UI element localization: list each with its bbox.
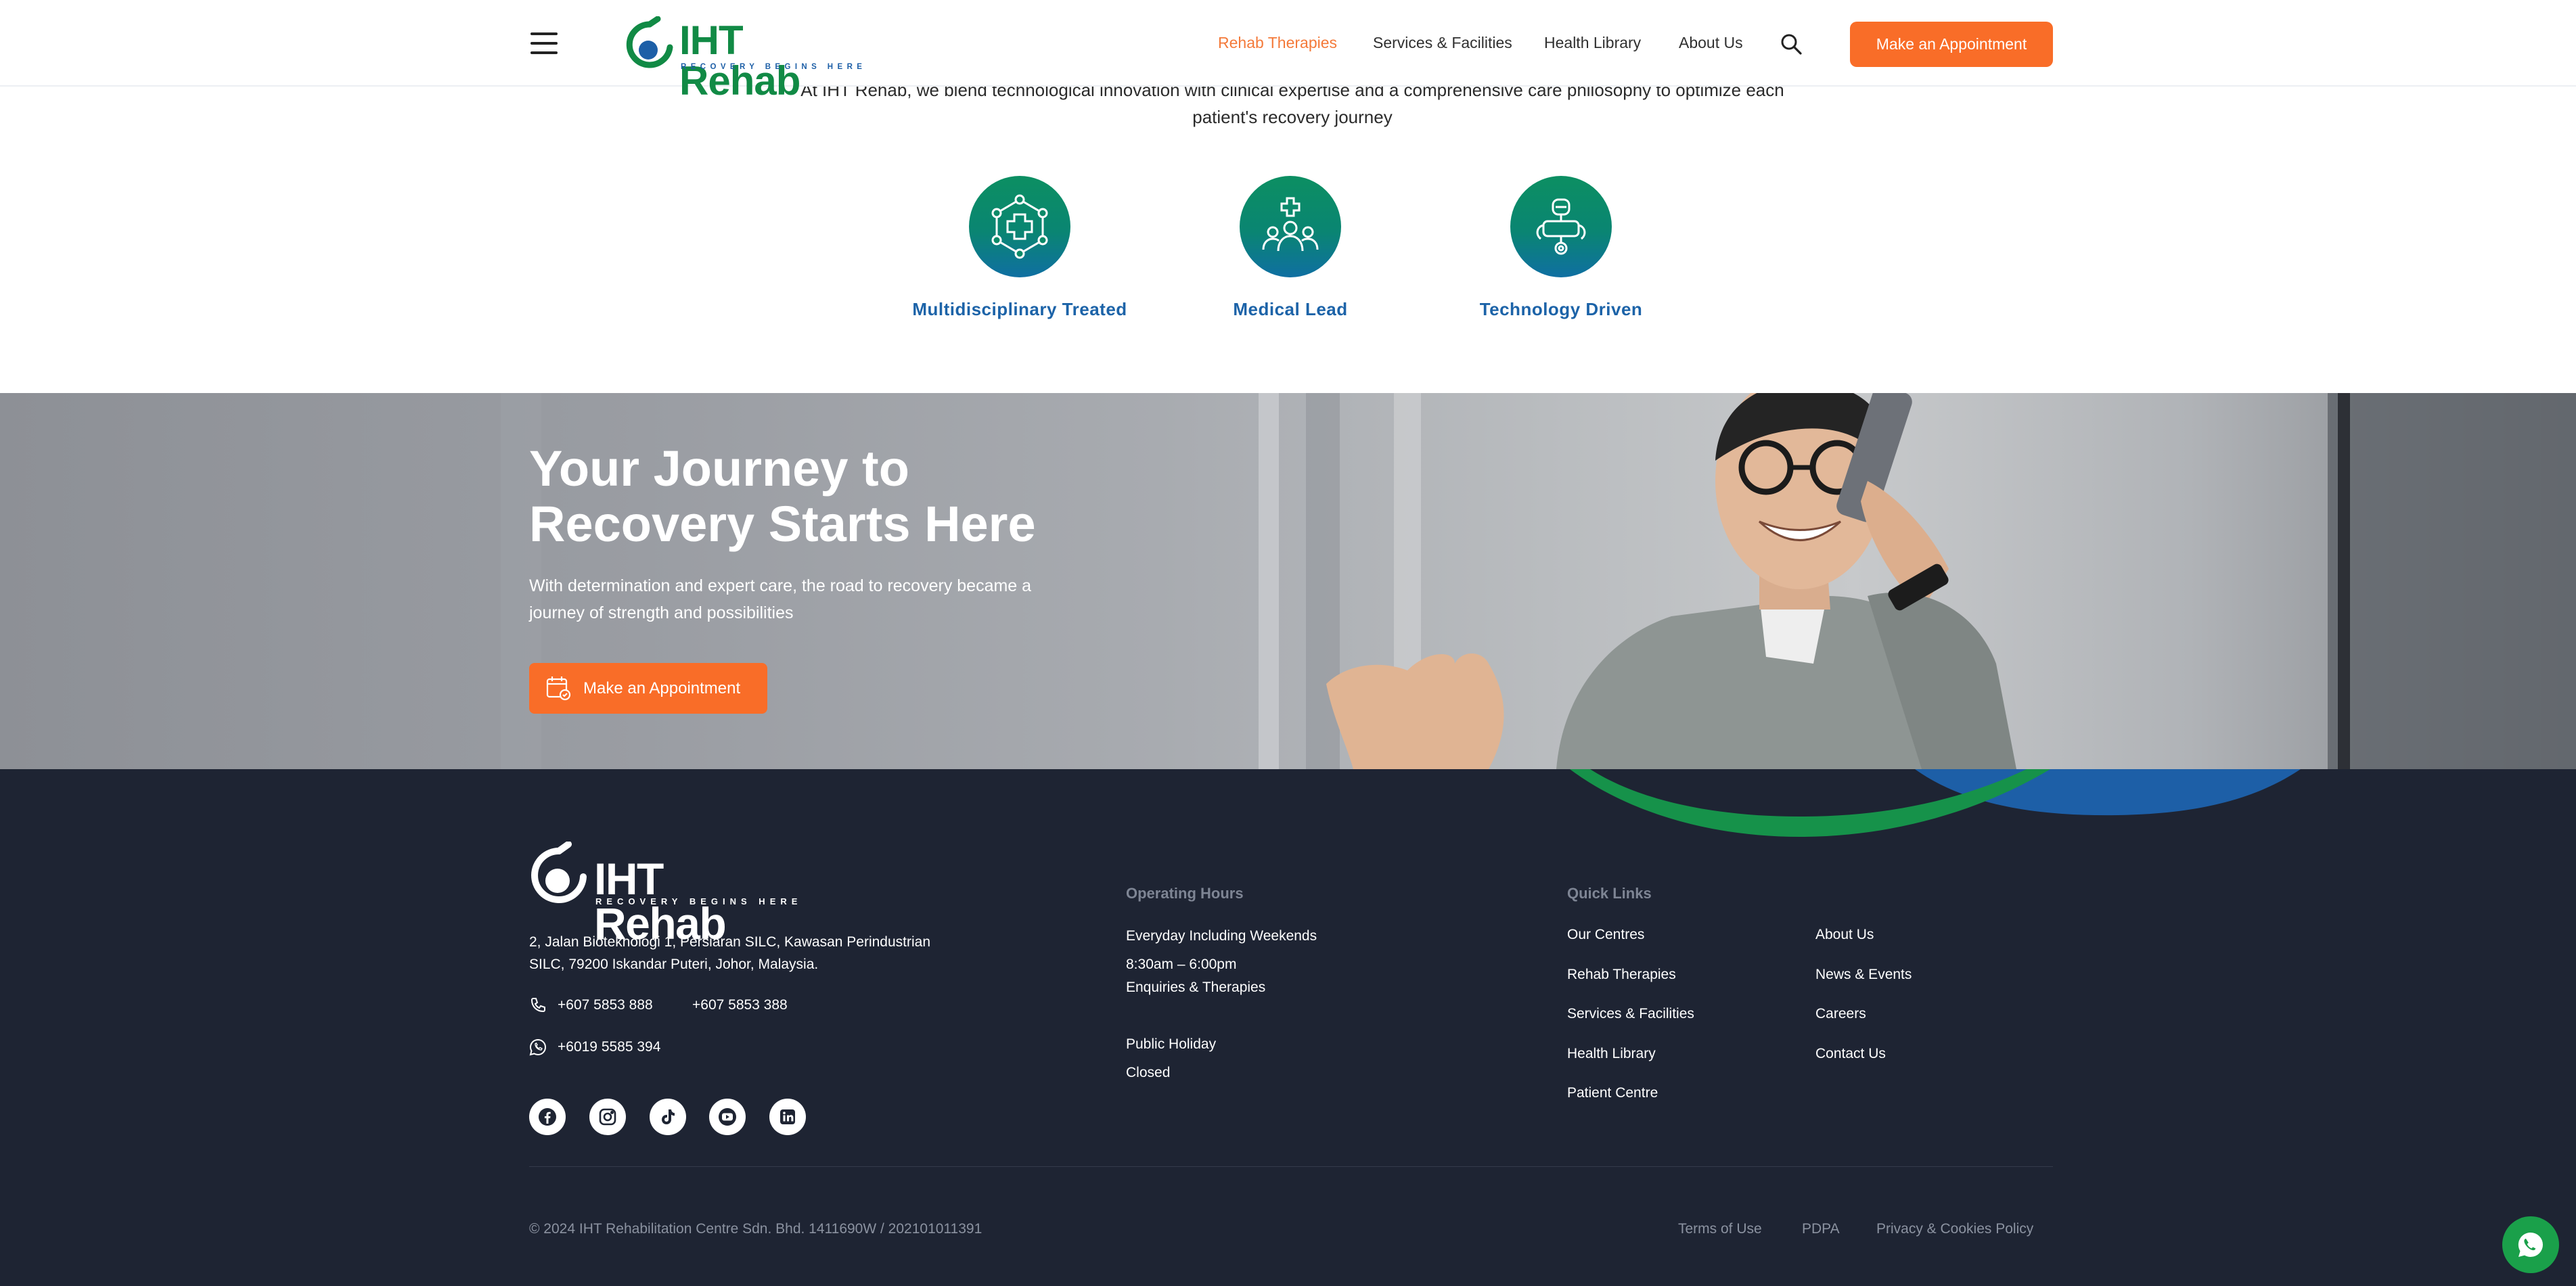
network-cross-icon [969, 176, 1070, 277]
footer-link-our-centres[interactable]: Our Centres [1567, 927, 1644, 943]
header-appointment-button[interactable]: Make an Appointment [1850, 22, 2053, 67]
facebook-icon[interactable] [529, 1099, 566, 1135]
search-icon[interactable] [1780, 32, 1803, 55]
logo-tagline: RECOVERY BEGINS HERE [681, 63, 867, 71]
site-header: IHT Rehab RECOVERY BEGINS HERE Rehab The… [0, 0, 2576, 101]
hero-appointment-label: Make an Appointment [583, 679, 741, 697]
nav-rehab-therapies[interactable]: Rehab Therapies [1218, 34, 1337, 54]
footer-link-health-library[interactable]: Health Library [1567, 1046, 1656, 1062]
pillar-label: Technology Driven [1479, 299, 1643, 319]
logo-wordmark: IHT Rehab [679, 18, 800, 104]
linkedin-icon[interactable] [769, 1099, 806, 1135]
footer-logo-tagline: RECOVERY BEGINS HERE [595, 896, 803, 906]
hours-everyday: Everyday Including Weekends [1126, 928, 1317, 944]
footer-phone-1[interactable]: +607 5853 888 [558, 997, 653, 1013]
footer-link-contact-us[interactable]: Contact Us [1815, 1046, 1886, 1062]
calendar-check-icon [545, 675, 571, 706]
hero-photo-man-on-phone [501, 393, 2576, 769]
footer-link-about-us[interactable]: About Us [1815, 927, 1874, 943]
footer-phone-2[interactable]: +607 5853 388 [692, 997, 788, 1013]
footer-whatsapp-number[interactable]: +6019 5585 394 [558, 1039, 660, 1055]
whatsapp-icon [2518, 1232, 2543, 1257]
nav-services-facilities[interactable]: Services & Facilities [1373, 34, 1512, 54]
privacy-cookies-link[interactable]: Privacy & Cookies Policy [1876, 1221, 2033, 1237]
pillar-label: Medical Lead [1233, 299, 1348, 319]
pillar-technology-driven: Technology Driven [1426, 176, 1696, 320]
tiktok-icon[interactable] [650, 1099, 686, 1135]
header-logo[interactable]: IHT Rehab RECOVERY BEGINS HERE [625, 16, 862, 101]
pillar-medical-lead: Medical Lead [1155, 176, 1426, 320]
hours-time: 8:30am – 6:00pm [1126, 957, 1237, 972]
footer-link-careers[interactable]: Careers [1815, 1006, 1866, 1022]
footer-link-rehab-therapies[interactable]: Rehab Therapies [1567, 967, 1676, 983]
hero-banner [0, 393, 2576, 769]
footer-logo[interactable]: IHT Rehab RECOVERY BEGINS HERE [529, 842, 797, 946]
hours-closed: Closed [1126, 1065, 1171, 1080]
site-footer [0, 769, 2576, 1286]
footer-link-news-events[interactable]: News & Events [1815, 967, 1912, 983]
copyright-text: © 2024 IHT Rehabilitation Centre Sdn. Bh… [529, 1221, 982, 1237]
pdpa-link[interactable]: PDPA [1802, 1221, 1840, 1237]
operating-hours-heading: Operating Hours [1126, 885, 1244, 902]
footer-link-services-facilities[interactable]: Services & Facilities [1567, 1006, 1694, 1022]
quick-links-heading: Quick Links [1567, 885, 1652, 902]
youtube-icon[interactable] [709, 1099, 746, 1135]
hours-public-holiday: Public Holiday [1126, 1036, 1217, 1052]
footer-address: 2, Jalan Bioteknologi 1, Persiaran SILC,… [529, 934, 931, 972]
logo-mark-icon [626, 16, 673, 68]
terms-of-use-link[interactable]: Terms of Use [1678, 1221, 1762, 1237]
instagram-icon[interactable] [589, 1099, 626, 1135]
nav-health-library[interactable]: Health Library [1544, 34, 1641, 54]
hamburger-menu-icon[interactable] [530, 32, 558, 55]
phone-icon [529, 996, 547, 1017]
pillar-label: Multidisciplinary Treated [912, 299, 1127, 319]
hero-subtitle: With determination and expert care, the … [529, 576, 1032, 622]
hours-enquiries: Enquiries & Therapies [1126, 980, 1266, 995]
whatsapp-chat-button[interactable] [2502, 1216, 2559, 1273]
logo-mark-icon [531, 842, 587, 903]
medical-team-icon [1240, 176, 1341, 277]
footer-decorative-arcs [1570, 769, 2301, 837]
robot-tech-icon [1510, 176, 1612, 277]
pillar-multidisciplinary: Multidisciplinary Treated [884, 176, 1155, 320]
footer-link-patient-centre[interactable]: Patient Centre [1567, 1085, 1658, 1101]
whatsapp-icon [529, 1038, 547, 1059]
nav-about-us[interactable]: About Us [1679, 34, 1743, 54]
hero-appointment-button[interactable]: Make an Appointment [529, 663, 767, 714]
hero-title: Your Journey to Recovery Starts Here [529, 440, 1036, 552]
footer-divider [529, 1166, 2053, 1167]
